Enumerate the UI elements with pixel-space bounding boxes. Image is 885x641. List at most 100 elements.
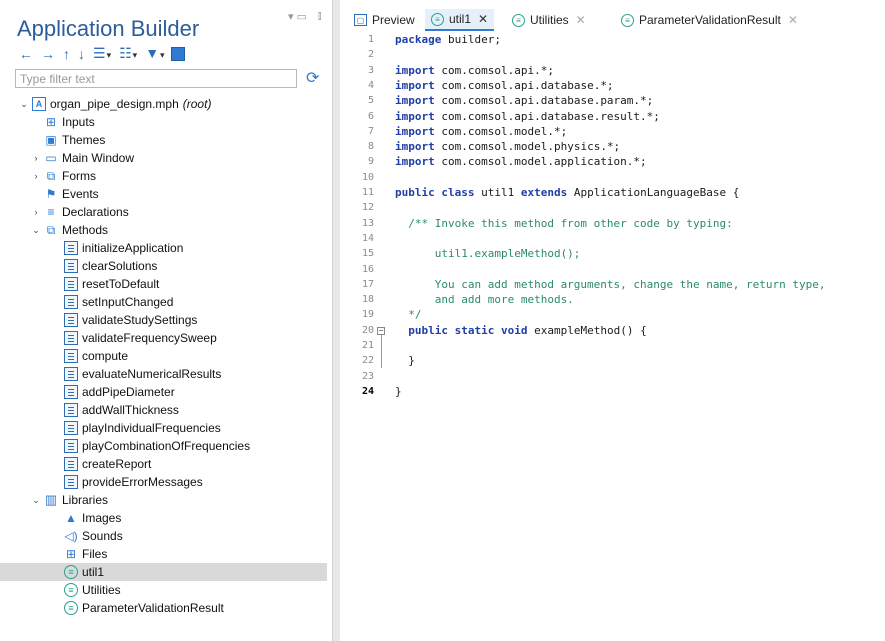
speaker-icon: ◁) [64, 529, 78, 543]
tree-item-main-window[interactable]: › ▭ Main Window [30, 149, 135, 167]
tab-preview[interactable]: ▢ Preview [348, 9, 421, 31]
tree-item-method[interactable]: addWallThickness [62, 401, 179, 419]
tree-item-parametervalidationresult[interactable]: ≡ ParameterValidationResult [62, 599, 224, 617]
root-suffix: (root) [182, 97, 212, 111]
libraries-icon: ▥ [44, 492, 58, 507]
fold-guide [381, 334, 382, 369]
tree-item-method[interactable]: validateStudySettings [62, 311, 197, 329]
tree-item-declarations[interactable]: › ≡ Declarations [30, 203, 129, 221]
method-icon [64, 295, 78, 309]
code-line[interactable]: util1.exampleMethod(); [395, 246, 581, 261]
method-icon [64, 331, 78, 345]
tree-item-method[interactable]: setInputChanged [62, 293, 173, 311]
tree-item-label: validateFrequencySweep [82, 331, 217, 345]
tree-item-files[interactable]: ⊞ Files [62, 545, 107, 563]
panel-splitter[interactable] [332, 0, 340, 641]
tree-item-method[interactable]: compute [62, 347, 128, 365]
tree-item-events[interactable]: ⚑ Events [30, 185, 99, 203]
tree-item-libraries[interactable]: ⌄ ▥ Libraries [30, 491, 108, 509]
layout-icon[interactable] [170, 47, 185, 61]
tree-item-utilities[interactable]: ≡ Utilities [62, 581, 121, 599]
line-number: 19 [361, 309, 374, 321]
close-icon[interactable]: ✕ [478, 12, 488, 26]
image-icon: ▲ [65, 511, 77, 525]
tree-item-sounds[interactable]: ◁) Sounds [62, 527, 123, 545]
tree-item-method[interactable]: clearSolutions [62, 257, 157, 275]
tree-item-method[interactable]: playCombinationOfFrequencies [62, 437, 250, 455]
forward-arrow-icon[interactable]: → [39, 46, 57, 62]
tree-item-method[interactable]: playIndividualFrequencies [62, 419, 221, 437]
tree-item-method[interactable]: createReport [62, 455, 151, 473]
tree-item-method[interactable]: addPipeDiameter [62, 383, 175, 401]
tree-item-forms[interactable]: › ⧉ Forms [30, 167, 97, 185]
code-line[interactable]: */ [395, 307, 421, 322]
refresh-icon[interactable]: ⟳ [306, 68, 319, 88]
code-line[interactable]: import com.comsol.model.*; [395, 124, 567, 139]
tree-item-label: Main Window [62, 151, 135, 165]
tab-parametervalidationresult[interactable]: ≡ ParameterValidationResult ✕ [615, 9, 804, 31]
collapse-icon[interactable]: ⌄ [30, 225, 42, 236]
code-line[interactable]: import com.comsol.api.*; [395, 63, 554, 78]
tree-item-label: Inputs [62, 115, 95, 129]
expand-icon[interactable]: › [30, 171, 42, 181]
code-line[interactable]: You can add method arguments, change the… [395, 277, 826, 292]
utility-class-icon: ≡ [64, 601, 78, 615]
tree-filter-input[interactable] [15, 69, 297, 88]
expand-icon[interactable]: › [30, 207, 42, 217]
close-icon[interactable]: ✕ [788, 13, 798, 27]
tree-item-method[interactable]: evaluateNumericalResults [62, 365, 221, 383]
tree-item-label: Libraries [62, 493, 109, 507]
tree-item-label: setInputChanged [82, 295, 174, 309]
events-icon: ⚑ [45, 187, 57, 201]
method-icon [64, 403, 78, 417]
code-line[interactable]: public static void exampleMethod() { [395, 323, 646, 338]
close-icon[interactable]: ✕ [576, 13, 586, 27]
collapse-icon[interactable]: ⌄ [18, 99, 30, 110]
tree-item-method[interactable]: resetToDefault [62, 275, 159, 293]
minimize-panel-icon[interactable]: ▾ ▭ [288, 10, 307, 23]
tree-item-label: Sounds [82, 529, 123, 543]
line-number: 12 [361, 202, 374, 214]
fold-toggle-icon[interactable]: − [377, 326, 385, 335]
tree-item-themes[interactable]: ▣ Themes [30, 131, 105, 149]
utility-class-icon: ≡ [64, 565, 78, 579]
insert-dropdown-icon[interactable]: ☰ [91, 45, 113, 63]
pin-panel-icon[interactable]: ⫾ [318, 10, 322, 23]
tree-item-method[interactable]: initializeApplication [62, 239, 183, 257]
tree-item-methods[interactable]: ⌄ ⧉ Methods [30, 221, 108, 239]
code-line[interactable]: } [395, 384, 402, 399]
reorder-dropdown-icon[interactable]: ☷ [117, 45, 139, 63]
tab-util1[interactable]: ≡ util1 ✕ [425, 9, 495, 31]
collapse-icon[interactable]: ⌄ [30, 495, 42, 506]
code-line[interactable]: import com.comsol.api.database.*; [395, 78, 614, 93]
line-number: 22 [361, 355, 374, 367]
move-up-icon[interactable]: ↑ [61, 46, 72, 62]
tree-item-images[interactable]: ▲ Images [62, 509, 121, 527]
tree-item-method[interactable]: validateFrequencySweep [62, 329, 217, 347]
tree-item-util1[interactable]: ≡ util1 [0, 563, 327, 581]
code-line[interactable]: public class util1 extends ApplicationLa… [395, 185, 739, 200]
code-editor[interactable]: 1 package builder; 2 3 import com.comsol.api… [340, 32, 885, 641]
tab-utilities[interactable]: ≡ Utilities ✕ [506, 9, 592, 31]
tree-item-method[interactable]: provideErrorMessages [62, 473, 203, 491]
tree-item-label: playCombinationOfFrequencies [82, 439, 251, 453]
line-number: 3 [367, 64, 374, 76]
tree-root[interactable]: ⌄ A organ_pipe_design.mph (root) [18, 95, 211, 113]
expand-icon[interactable]: › [30, 153, 42, 163]
code-line[interactable]: package builder; [395, 32, 501, 47]
method-icon [64, 439, 78, 453]
code-line[interactable]: /** Invoke this method from other code b… [395, 216, 733, 231]
tree-item-inputs[interactable]: ⊞ Inputs [30, 113, 95, 131]
declarations-icon: ≡ [47, 205, 55, 219]
line-number: 15 [361, 248, 374, 260]
code-line[interactable]: import com.comsol.model.physics.*; [395, 139, 620, 154]
code-line[interactable]: import com.comsol.api.database.result.*; [395, 109, 660, 124]
code-line[interactable]: } [395, 353, 415, 368]
utility-class-icon: ≡ [431, 12, 444, 26]
code-line[interactable]: import com.comsol.model.application.*; [395, 154, 647, 169]
style-dropdown-icon[interactable]: ▼ [143, 45, 166, 63]
move-down-icon[interactable]: ↓ [76, 46, 87, 62]
code-line[interactable]: import com.comsol.api.database.param.*; [395, 93, 653, 108]
back-arrow-icon[interactable]: ← [17, 46, 35, 62]
code-line[interactable]: and add more methods. [395, 292, 574, 307]
